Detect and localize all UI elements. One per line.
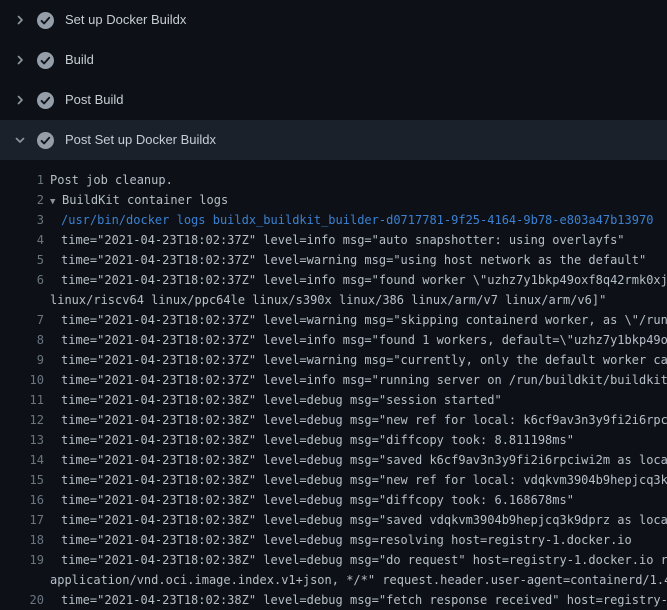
log-line-text: time="2021-04-23T18:02:38Z" level=debug … <box>61 510 667 530</box>
line-number[interactable]: 2 <box>0 190 44 210</box>
log-line-text: time="2021-04-23T18:02:38Z" level=debug … <box>61 550 667 570</box>
step-label: Build <box>65 52 94 68</box>
line-number[interactable]: 8 <box>0 330 44 350</box>
line-number[interactable]: 7 <box>0 310 44 330</box>
log-line: 8 time="2021-04-23T18:02:37Z" level=info… <box>0 330 667 350</box>
log-line-text[interactable]: ▼BuildKit container logs <box>50 190 228 210</box>
log-line: 13 time="2021-04-23T18:02:38Z" level=deb… <box>0 430 667 450</box>
line-number[interactable]: 18 <box>0 530 44 550</box>
line-number[interactable]: 5 <box>0 250 44 270</box>
line-number[interactable]: 1 <box>0 170 44 190</box>
log-line-text: time="2021-04-23T18:02:37Z" level=info m… <box>61 230 625 250</box>
chevron-right-icon <box>12 92 28 108</box>
log-container: 1 Post job cleanup. 2 ▼BuildKit containe… <box>0 160 667 610</box>
line-number[interactable]: 4 <box>0 230 44 250</box>
step-row[interactable]: Post Set up Docker Buildx <box>0 120 667 160</box>
line-number[interactable] <box>0 570 44 590</box>
log-line-text: time="2021-04-23T18:02:37Z" level=warnin… <box>61 250 646 270</box>
log-line: 12 time="2021-04-23T18:02:38Z" level=deb… <box>0 410 667 430</box>
line-number[interactable]: 19 <box>0 550 44 570</box>
log-line-text: time="2021-04-23T18:02:37Z" level=info m… <box>61 370 667 390</box>
line-number[interactable]: 14 <box>0 450 44 470</box>
steps-list: Set up Docker Buildx Build Post Build <box>0 0 667 160</box>
line-number[interactable]: 12 <box>0 410 44 430</box>
group-collapse-triangle-icon[interactable]: ▼ <box>50 192 62 210</box>
log-line-text: time="2021-04-23T18:02:37Z" level=warnin… <box>61 350 667 370</box>
log-line: 4 time="2021-04-23T18:02:37Z" level=info… <box>0 230 667 250</box>
log-line: 14 time="2021-04-23T18:02:38Z" level=deb… <box>0 450 667 470</box>
line-number[interactable]: 13 <box>0 430 44 450</box>
chevron-right-icon <box>12 12 28 28</box>
log-line: 20 time="2021-04-23T18:02:38Z" level=deb… <box>0 590 667 610</box>
check-circle-icon <box>37 12 54 29</box>
log-line: 7 time="2021-04-23T18:02:37Z" level=warn… <box>0 310 667 330</box>
log-line-text: Post job cleanup. <box>50 170 173 190</box>
log-line: linux/riscv64 linux/ppc64le linux/s390x … <box>0 290 667 310</box>
line-number[interactable]: 9 <box>0 350 44 370</box>
line-number[interactable]: 3 <box>0 210 44 230</box>
step-label: Post Build <box>65 92 124 108</box>
log-line: 10 time="2021-04-23T18:02:37Z" level=inf… <box>0 370 667 390</box>
log-line: 1 Post job cleanup. <box>0 170 667 190</box>
check-circle-icon <box>37 92 54 109</box>
line-number[interactable]: 11 <box>0 390 44 410</box>
line-number[interactable]: 15 <box>0 470 44 490</box>
line-number[interactable]: 17 <box>0 510 44 530</box>
log-line: 19 time="2021-04-23T18:02:38Z" level=deb… <box>0 550 667 570</box>
line-number[interactable]: 6 <box>0 270 44 290</box>
log-line: 15 time="2021-04-23T18:02:38Z" level=deb… <box>0 470 667 490</box>
log-line-text: time="2021-04-23T18:02:37Z" level=info m… <box>61 330 667 350</box>
log-line: 5 time="2021-04-23T18:02:37Z" level=warn… <box>0 250 667 270</box>
log-line-text: time="2021-04-23T18:02:38Z" level=debug … <box>61 470 667 490</box>
log-line-text: time="2021-04-23T18:02:37Z" level=warnin… <box>61 310 667 330</box>
log-line-text: time="2021-04-23T18:02:38Z" level=debug … <box>61 390 502 410</box>
check-circle-icon <box>37 132 54 149</box>
log-line: 16 time="2021-04-23T18:02:38Z" level=deb… <box>0 490 667 510</box>
step-label: Set up Docker Buildx <box>65 12 186 28</box>
check-circle-icon <box>37 52 54 69</box>
log-line: 2 ▼BuildKit container logs <box>0 190 667 210</box>
line-number[interactable]: 20 <box>0 590 44 610</box>
chevron-right-icon <box>12 52 28 68</box>
log-line-text: time="2021-04-23T18:02:38Z" level=debug … <box>61 430 574 450</box>
log-line-text: application/vnd.oci.image.index.v1+json,… <box>50 570 667 590</box>
group-title[interactable]: BuildKit container logs <box>62 193 228 207</box>
log-line-text: /usr/bin/docker logs buildx_buildkit_bui… <box>61 210 653 230</box>
step-row[interactable]: Build <box>0 40 667 80</box>
workflow-log-panel: Set up Docker Buildx Build Post Build <box>0 0 667 610</box>
line-number[interactable]: 16 <box>0 490 44 510</box>
log-line: application/vnd.oci.image.index.v1+json,… <box>0 570 667 590</box>
log-line-text: time="2021-04-23T18:02:38Z" level=debug … <box>61 450 667 470</box>
log-line: 3 /usr/bin/docker logs buildx_buildkit_b… <box>0 210 667 230</box>
log-line-text: linux/riscv64 linux/ppc64le linux/s390x … <box>50 290 606 310</box>
log-line-text: time="2021-04-23T18:02:38Z" level=debug … <box>61 490 574 510</box>
log-line: 6 time="2021-04-23T18:02:37Z" level=info… <box>0 270 667 290</box>
log-line: 11 time="2021-04-23T18:02:38Z" level=deb… <box>0 390 667 410</box>
step-row[interactable]: Set up Docker Buildx <box>0 0 667 40</box>
step-label: Post Set up Docker Buildx <box>65 132 216 148</box>
log-line: 17 time="2021-04-23T18:02:38Z" level=deb… <box>0 510 667 530</box>
step-row[interactable]: Post Build <box>0 80 667 120</box>
line-number[interactable] <box>0 290 44 310</box>
log-line-text: time="2021-04-23T18:02:37Z" level=info m… <box>61 270 667 290</box>
log-line: 18 time="2021-04-23T18:02:38Z" level=deb… <box>0 530 667 550</box>
log-line-text: time="2021-04-23T18:02:38Z" level=debug … <box>61 410 667 430</box>
chevron-down-icon <box>12 132 28 148</box>
log-line-text: time="2021-04-23T18:02:38Z" level=debug … <box>61 530 632 550</box>
line-number[interactable]: 10 <box>0 370 44 390</box>
log-line: 9 time="2021-04-23T18:02:37Z" level=warn… <box>0 350 667 370</box>
log-line-text: time="2021-04-23T18:02:38Z" level=debug … <box>61 590 667 610</box>
